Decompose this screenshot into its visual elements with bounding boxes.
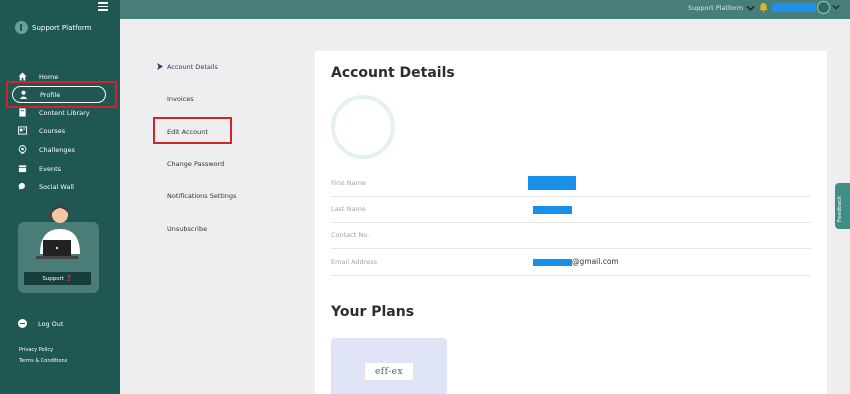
plan-card[interactable]: eff-ex [331,338,447,394]
target-icon [18,145,27,154]
account-details-panel: Account Details First Name Last Name Con… [315,51,827,394]
field-email-address: Email Address @gmail.com [331,250,811,276]
feedback-label: Feedback [837,195,843,222]
calendar-icon [18,164,27,173]
redacted-value [528,176,576,190]
chevron-down-icon[interactable] [832,4,840,10]
logout-label: Log Out [38,319,64,328]
sidebar-item-events[interactable]: Events [12,160,106,177]
menu-icon[interactable] [98,2,108,11]
field-label: Contact No. [331,231,370,239]
field-label: Email Address [331,258,377,266]
home-icon [18,72,27,81]
page-title: Account Details [331,65,455,81]
field-label: First Name [331,179,366,187]
submenu-invoices[interactable]: Invoices [167,95,194,103]
brand-name: Support Platform [32,23,92,32]
highlight-box-profile [6,81,117,108]
terms-conditions-link[interactable]: Terms & Conditions [19,358,67,364]
chat-icon [18,182,27,191]
logout-icon [18,319,27,328]
sidebar-item-challenges[interactable]: Challenges [12,141,106,158]
submenu-notifications-settings[interactable]: Notifications Settings [167,192,236,200]
sidebar-item-social-wall[interactable]: Social Wall [12,178,106,195]
book-icon [18,108,27,117]
platform-label: Support Platform [688,4,744,12]
field-contact-no: Contact No. [331,223,811,249]
courses-icon [18,126,27,135]
field-last-name: Last Name [331,197,811,223]
redacted-value [533,206,572,214]
sidebar-item-label: Challenges [39,145,75,154]
platform-switcher[interactable]: Support Platform [688,4,755,12]
chevron-down-icon [746,5,755,11]
sidebar-item-courses[interactable]: Courses [12,122,106,139]
sidebar-item-label: Home [39,72,59,81]
logout-button[interactable]: Log Out [18,319,63,328]
username-redacted[interactable] [772,3,816,12]
brand[interactable]: Support Platform [15,21,91,34]
redacted-value [533,259,572,266]
submenu-change-password[interactable]: Change Password [167,160,224,168]
bell-icon[interactable] [759,2,768,12]
submenu-unsubscribe[interactable]: Unsubscribe [167,225,207,233]
brand-logo-icon [15,21,28,34]
privacy-policy-link[interactable]: Privacy Policy [19,347,53,353]
field-label: Last Name [331,205,366,213]
field-first-name: First Name [331,171,811,197]
highlight-box-edit-account [153,117,232,144]
sidebar: Support Platform Home Profile Content Li… [0,0,120,394]
arrow-right-icon [157,63,163,70]
top-bar: Support Platform [120,0,850,19]
sidebar-item-label: Content Library [39,108,90,117]
support-button[interactable]: Support ❓ [24,272,91,285]
feedback-tab[interactable]: Feedback [835,183,850,229]
sidebar-item-label: Social Wall [39,182,74,191]
sidebar-item-label: Events [39,164,62,173]
plans-title: Your Plans [331,304,415,320]
email-value: @gmail.com [572,257,619,266]
plan-logo: eff-ex [365,363,413,380]
support-agent-illustration [22,202,92,266]
submenu-account-details[interactable]: Account Details [167,63,218,71]
avatar[interactable] [817,1,830,14]
sidebar-item-label: Courses [39,126,66,135]
profile-avatar[interactable] [331,95,395,159]
